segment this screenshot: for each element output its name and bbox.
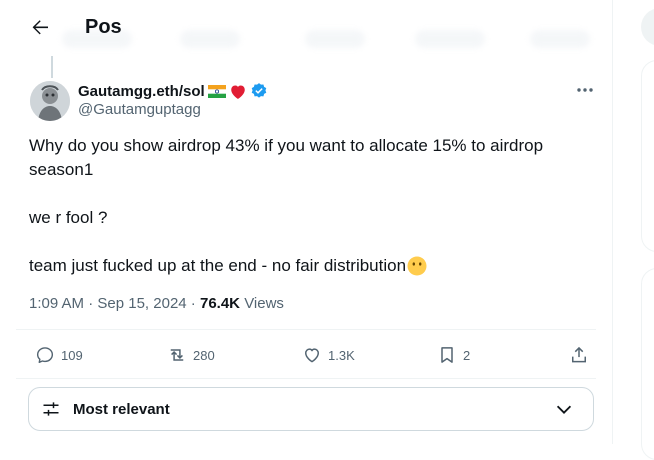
meta-separator: ·: [84, 295, 98, 312]
like-count: 1.3K: [328, 347, 355, 363]
sidebar-search-pill[interactable]: [641, 8, 654, 46]
bookmark-icon: [441, 347, 453, 363]
repost-icon: [170, 349, 184, 361]
sliders-icon: [43, 402, 59, 416]
tweet-text-line: Why do you show airdrop 43% if you want …: [29, 136, 544, 155]
header-ghost: [530, 30, 590, 48]
views-label: Views: [244, 295, 284, 312]
more-icon: [577, 88, 593, 92]
verified-badge-icon[interactable]: [250, 82, 268, 100]
sidebar-panel: [641, 268, 654, 460]
author-handle[interactable]: @Gautamguptagg: [78, 101, 201, 118]
tweet-column: Pos Gautamgg.eth/sol @Gautamguptagg Why …: [0, 0, 613, 444]
grimace-emoji-icon: [407, 256, 427, 276]
sort-replies-dropdown[interactable]: Most relevant: [28, 387, 594, 431]
author-name-row: Gautamgg.eth/sol: [78, 81, 268, 101]
divider: [16, 378, 596, 379]
like-button[interactable]: 1.3K: [302, 343, 355, 367]
like-icon: [305, 348, 319, 363]
india-flag-icon: [207, 84, 226, 98]
sidebar-panel: [641, 60, 654, 252]
red-heart-icon: [230, 85, 245, 99]
tweet-text-line-last: team just fucked up at the end - no fair…: [29, 254, 427, 278]
back-arrow-icon: [32, 20, 48, 35]
bookmark-button[interactable]: 2: [437, 343, 470, 367]
reply-count: 109: [61, 347, 83, 363]
avatar-image: [30, 81, 70, 121]
tweet-text-line: season1: [29, 160, 94, 179]
header-ghost: [305, 30, 365, 48]
tweet-date[interactable]: Sep 15, 2024: [97, 295, 186, 312]
reply-button[interactable]: 109: [35, 343, 83, 367]
avatar[interactable]: [30, 81, 70, 121]
back-button[interactable]: [28, 15, 52, 39]
more-options-button[interactable]: [572, 80, 598, 100]
share-button[interactable]: [569, 343, 589, 367]
chevron-down-icon: [556, 405, 572, 414]
divider: [16, 329, 596, 330]
page-title: Pos: [85, 16, 122, 38]
share-icon: [572, 346, 586, 363]
repost-button[interactable]: 280: [167, 343, 215, 367]
thread-connector: [51, 56, 53, 78]
repost-count: 280: [193, 347, 215, 363]
bookmark-count: 2: [463, 347, 471, 363]
header-ghost: [415, 30, 485, 48]
meta-separator: ·: [186, 295, 200, 312]
tweet-meta: 1:09 AM · Sep 15, 2024 · 76.4K Views: [29, 295, 284, 312]
header-ghost: [180, 30, 240, 48]
header: Pos: [0, 0, 612, 56]
right-sidebar: [613, 0, 654, 460]
sort-label: Most relevant: [73, 401, 170, 418]
reply-icon: [36, 347, 54, 364]
tweet-text-line: team just fucked up at the end - no fair…: [29, 256, 407, 275]
tweet-time[interactable]: 1:09 AM: [29, 295, 84, 312]
tweet-text-line: we r fool ?: [29, 208, 108, 227]
author-display-name[interactable]: Gautamgg.eth/sol: [78, 83, 205, 100]
views-count: 76.4K: [199, 295, 241, 312]
